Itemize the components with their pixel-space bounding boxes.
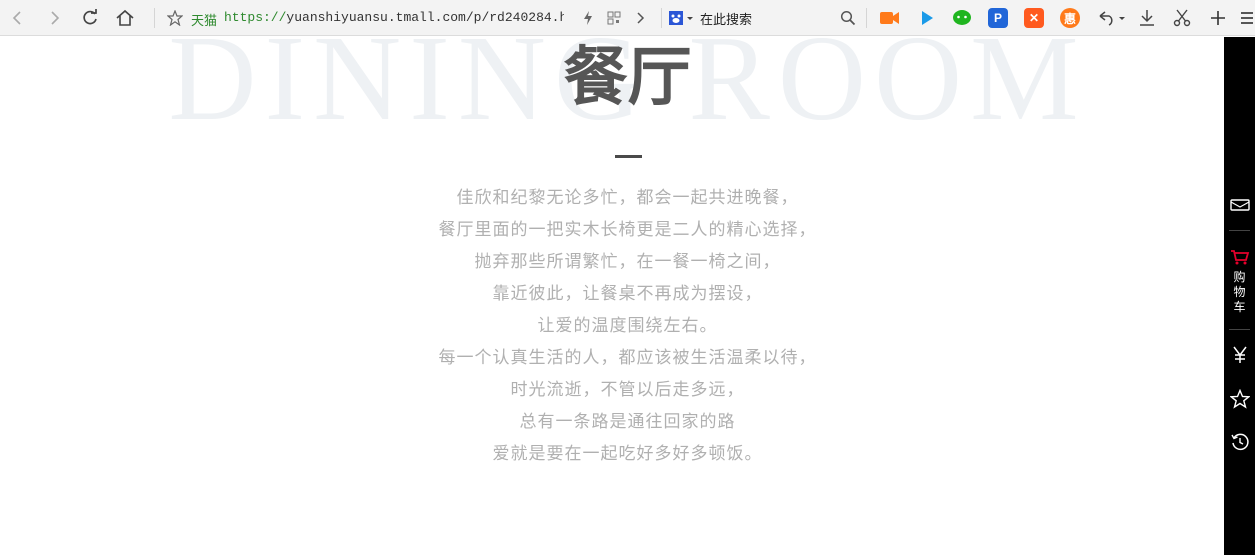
history-icon[interactable]: [1224, 431, 1255, 453]
shopping-cart-icon[interactable]: [1224, 247, 1255, 267]
membership-card-icon[interactable]: [1224, 195, 1255, 215]
poem-line: 让爱的温度围绕左右。: [537, 316, 718, 336]
cart-label-char: 物: [1233, 285, 1246, 299]
yen-icon[interactable]: [1224, 344, 1255, 366]
poem-text: 佳欣和纪黎无论多忙，都会一起共进晚餐， 餐厅里面的一把实木长椅更是二人的精心选择…: [0, 182, 1255, 470]
cart-label-char: 车: [1233, 300, 1246, 314]
page-title: 餐厅: [563, 40, 692, 115]
poem-line: 抛弃那些所谓繁忙，在一餐一椅之间，: [474, 252, 781, 272]
poem-line: 餐厅里面的一把实木长椅更是二人的精心选择，: [438, 220, 817, 240]
cart-label[interactable]: 购 物 车: [1224, 270, 1255, 315]
title-divider: [615, 155, 642, 158]
sidebar-divider: [1229, 329, 1250, 330]
poem-line: 每一个认真生活的人，都应该被生活温柔以待，: [438, 348, 817, 368]
poem-line: 时光流逝，不管以后走多远，: [510, 380, 745, 400]
poem-line: 爱就是要在一起吃好多好多顿饭。: [492, 444, 763, 464]
poem-line: 佳欣和纪黎无论多忙，都会一起共进晚餐，: [456, 188, 799, 208]
favorite-star-icon[interactable]: [1224, 388, 1255, 410]
poem-line: 靠近彼此，让餐桌不再成为摆设，: [492, 284, 763, 304]
right-sidebar: 购 物 车: [1224, 37, 1255, 555]
poem-line: 总有一条路是通往回家的路: [519, 412, 736, 432]
cart-label-char: 购: [1233, 270, 1246, 284]
sidebar-divider: [1229, 230, 1250, 231]
